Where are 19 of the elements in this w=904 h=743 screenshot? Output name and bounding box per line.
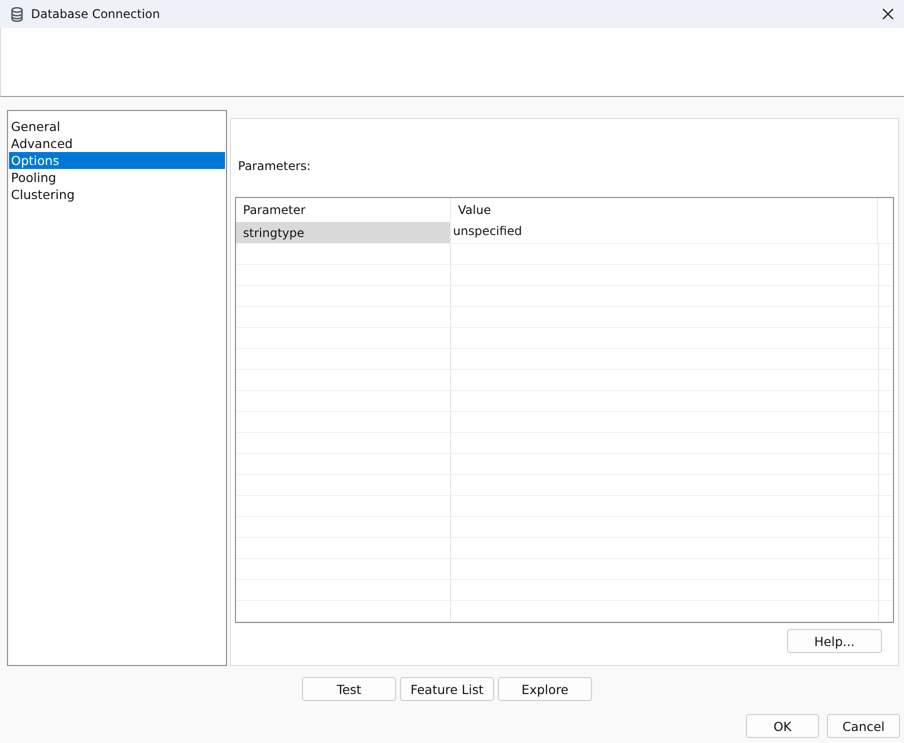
category-item[interactable]: Pooling: [9, 169, 225, 186]
column-header[interactable]: Parameter: [236, 198, 450, 222]
table-cell: unspecified: [450, 222, 877, 243]
dialog-button[interactable]: Cancel: [827, 714, 900, 738]
action-button[interactable]: Test: [302, 677, 396, 701]
database-icon: [11, 6, 23, 22]
category-item[interactable]: General: [9, 118, 225, 135]
action-button[interactable]: Feature List: [400, 677, 494, 701]
help-button[interactable]: Help...: [787, 629, 882, 653]
parameters-label: Parameters:: [238, 159, 311, 175]
category-item[interactable]: Clustering: [9, 186, 225, 203]
close-icon[interactable]: [882, 8, 894, 20]
action-button[interactable]: Explore: [498, 677, 592, 701]
dialog-button[interactable]: OK: [746, 714, 819, 738]
column-header[interactable]: Value: [450, 198, 877, 222]
category-item[interactable]: Advanced: [9, 135, 225, 152]
window-title: Database Connection: [31, 7, 160, 21]
category-item[interactable]: Options: [9, 152, 225, 169]
table-cell: stringtype: [236, 222, 450, 243]
